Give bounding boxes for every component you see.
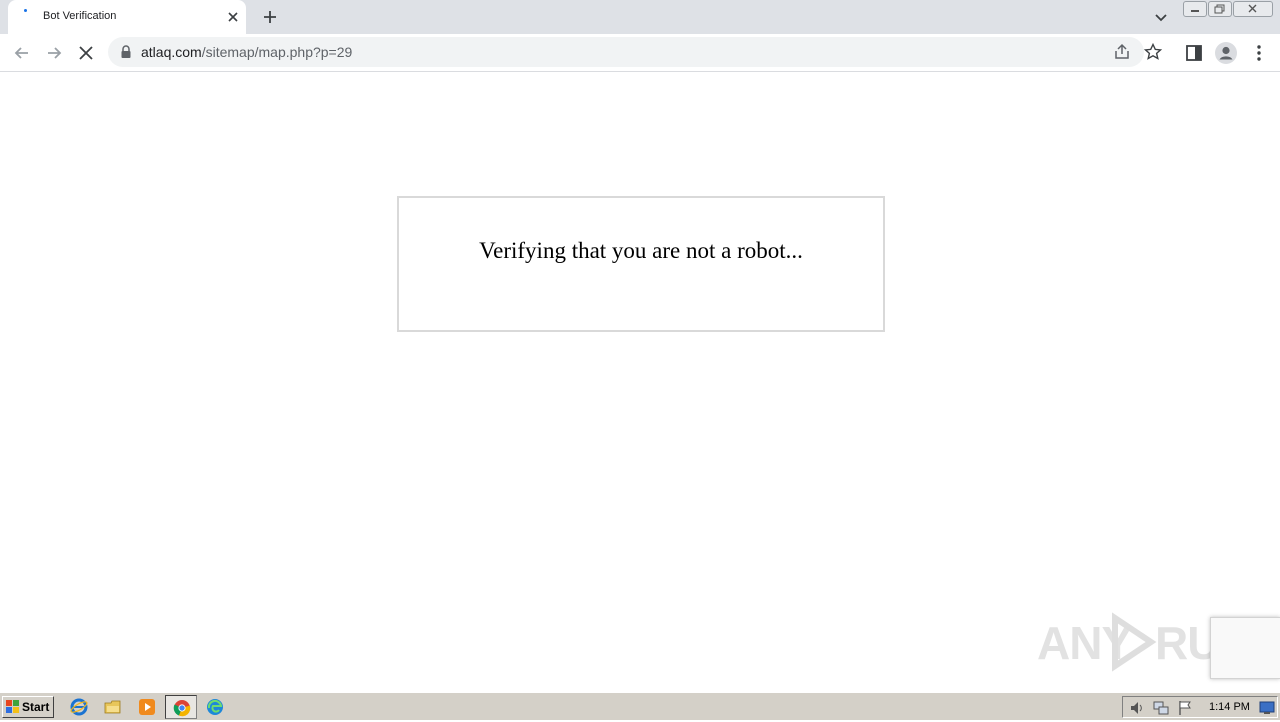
loading-favicon-icon: [24, 9, 36, 21]
tab-bot-verification[interactable]: Bot Verification: [8, 0, 246, 34]
plus-icon[interactable]: [259, 6, 281, 28]
clock[interactable]: 1:14 PM: [1209, 701, 1250, 713]
folder-icon[interactable]: [104, 698, 122, 716]
internet-explorer-icon[interactable]: [70, 698, 88, 716]
chrome-icon: [173, 699, 191, 717]
browser-toolbar: atlaq.com/sitemap/map.php?p=29: [0, 34, 1280, 72]
stop-icon[interactable]: [73, 40, 99, 66]
lock-icon[interactable]: [120, 45, 132, 59]
verification-box: Verifying that you are not a robot...: [397, 196, 885, 332]
arrow-left-icon[interactable]: [9, 40, 35, 66]
restore-icon[interactable]: [1208, 1, 1232, 17]
tab-title: Bot Verification: [43, 10, 117, 22]
taskbar-chrome-button[interactable]: [165, 695, 197, 719]
arrow-right-icon[interactable]: [41, 40, 67, 66]
star-icon[interactable]: [1143, 42, 1163, 62]
recaptcha-badge[interactable]: [1210, 617, 1280, 679]
anyrun-watermark: ANY RUN: [1037, 612, 1253, 672]
close-icon[interactable]: [1233, 1, 1273, 17]
url-text[interactable]: atlaq.com/sitemap/map.php?p=29: [141, 44, 352, 60]
profile-icon[interactable]: [1214, 41, 1238, 65]
edge-icon[interactable]: [206, 698, 224, 716]
tab-strip: Bot Verification: [0, 0, 1280, 34]
taskbar: Start 1:14 PM: [0, 692, 1280, 720]
network-icon[interactable]: [1153, 700, 1169, 716]
url-path: /sitemap/map.php?p=29: [201, 44, 353, 60]
address-bar[interactable]: atlaq.com/sitemap/map.php?p=29: [108, 37, 1163, 67]
close-icon[interactable]: [224, 8, 242, 26]
flag-icon[interactable]: [1177, 700, 1193, 716]
speaker-icon[interactable]: [1129, 700, 1145, 716]
start-label: Start: [22, 700, 50, 714]
chevron-down-icon[interactable]: [1150, 6, 1172, 28]
minimize-icon[interactable]: [1183, 1, 1207, 17]
verification-message: Verifying that you are not a robot...: [479, 238, 803, 263]
url-host: atlaq.com: [141, 44, 202, 60]
media-player-icon[interactable]: [138, 698, 156, 716]
start-button[interactable]: Start: [2, 696, 54, 718]
system-tray: 1:14 PM: [1122, 696, 1278, 718]
page-viewport: Verifying that you are not a robot... AN…: [0, 72, 1280, 692]
play-icon: [1107, 612, 1157, 672]
side-panel-icon[interactable]: [1183, 42, 1205, 64]
kebab-menu-icon[interactable]: [1248, 41, 1270, 65]
windows-logo-icon: [6, 700, 20, 714]
desktop-icon[interactable]: [1259, 700, 1275, 716]
share-icon[interactable]: [1112, 42, 1132, 62]
